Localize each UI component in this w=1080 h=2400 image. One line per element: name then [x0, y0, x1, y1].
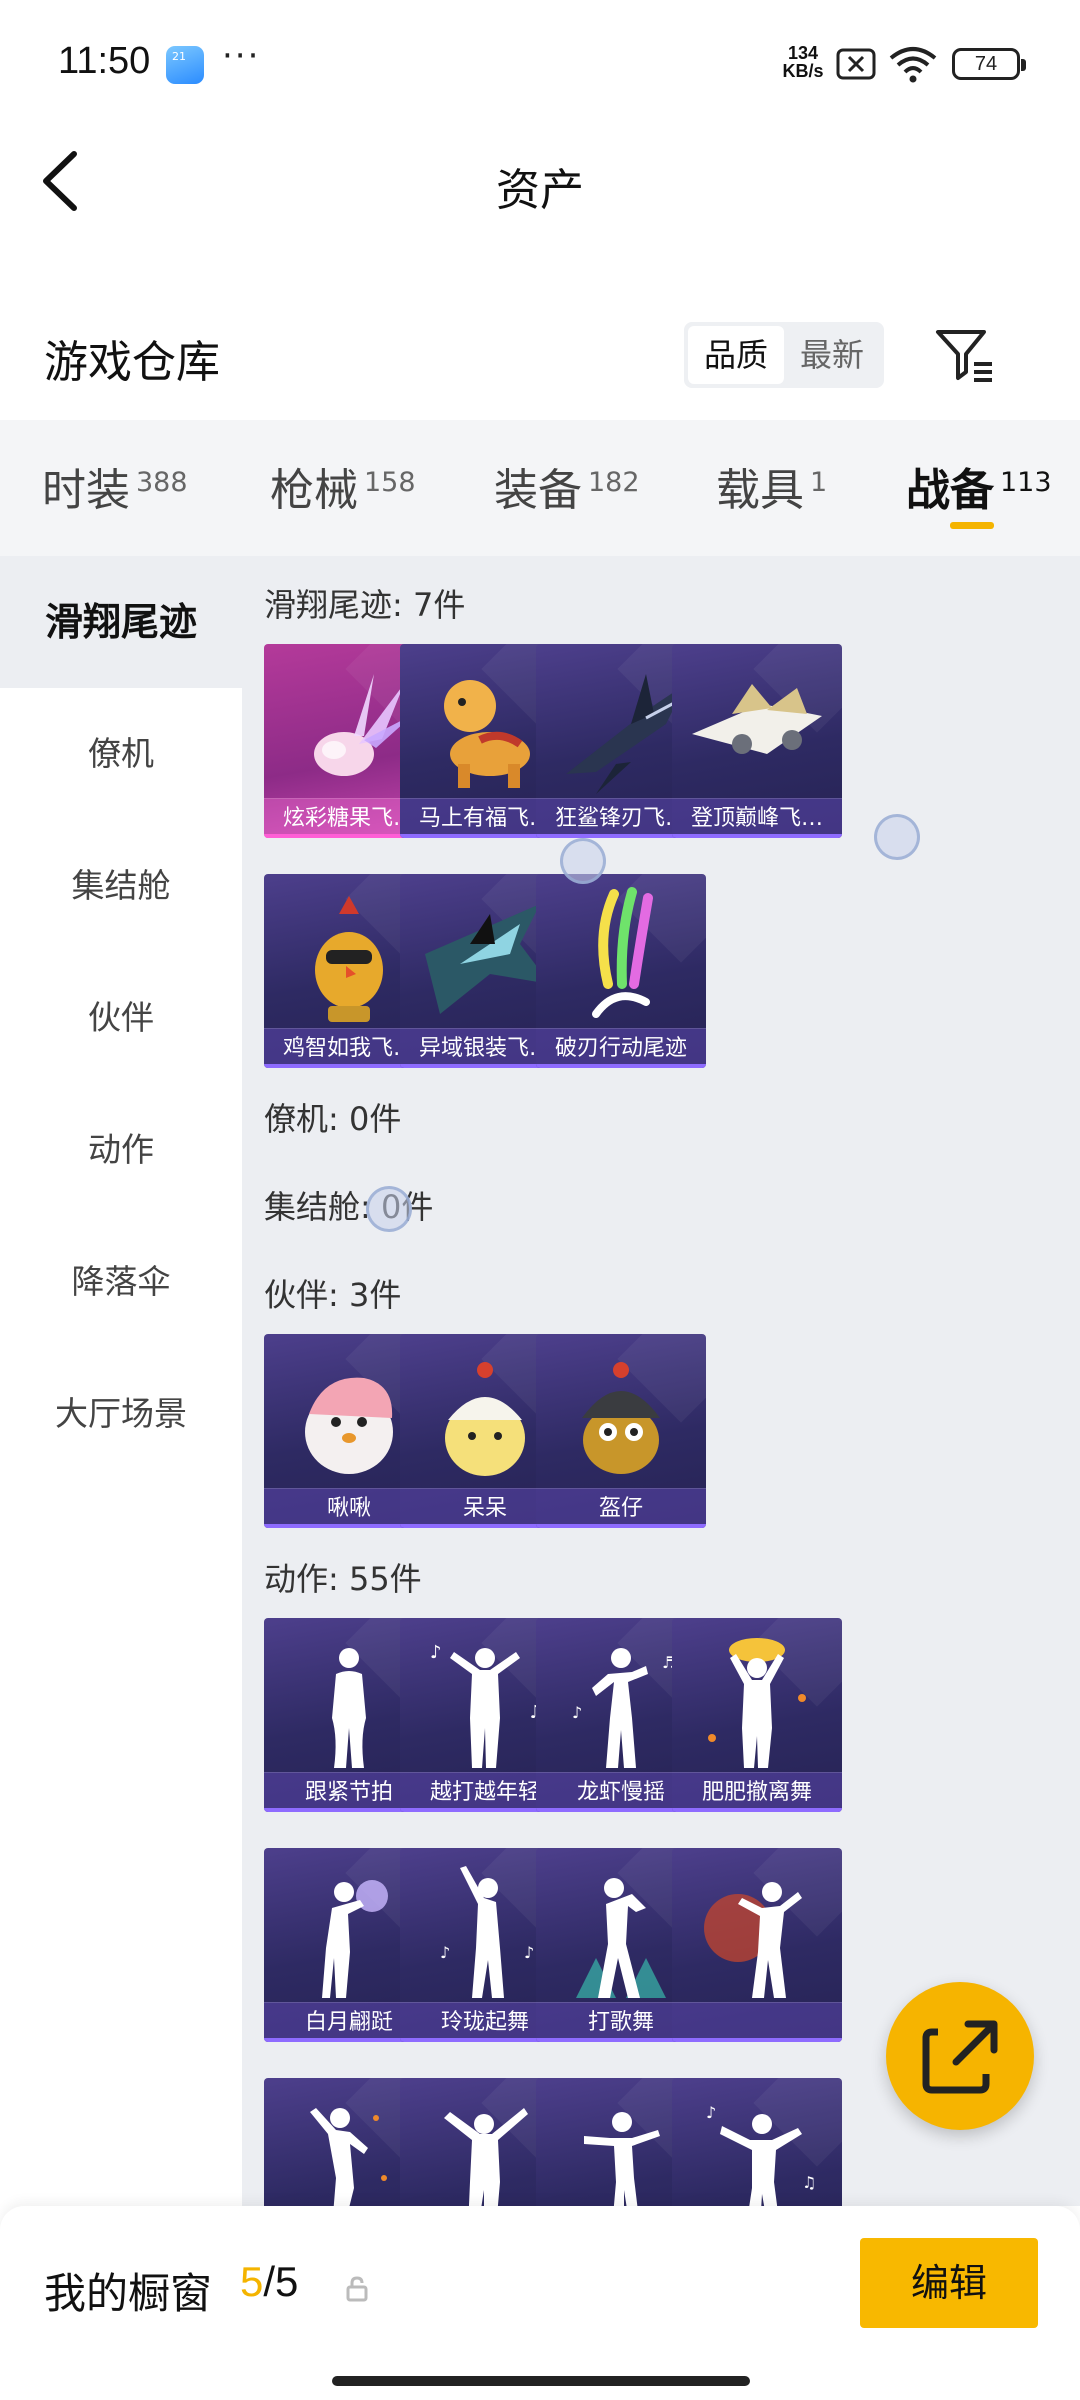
section-label-glide-trail: 滑翔尾迹: 7件 [264, 586, 466, 624]
item-card[interactable]: ♪ ♫ [672, 2078, 842, 2206]
item-name [672, 2002, 842, 2042]
sidebar-item-emote[interactable]: 动作 [0, 1084, 242, 1216]
dance-figure-art: ♪ ♫ [706, 2103, 816, 2206]
rarity-bar [672, 834, 842, 838]
category-tabs: 时装 388 枪械 158 装备 182 载具 1 战备 113 [0, 420, 1080, 556]
helmet-bird-art [582, 1362, 660, 1474]
tab-fashion[interactable]: 时装 388 [42, 454, 188, 518]
touch-indicator [560, 838, 606, 884]
sidebar: 滑翔尾迹 僚机 集结舱 伙伴 动作 降落伞 大厅场景 [0, 556, 242, 2206]
svg-text:♪: ♪ [572, 1703, 582, 1722]
sidebar-item-wingman[interactable]: 僚机 [0, 688, 242, 820]
calendar-app-icon-text: 21 [172, 50, 186, 63]
sidebar-item-companion[interactable]: 伙伴 [0, 952, 242, 1084]
showcase-label: 我的橱窗 [44, 2269, 213, 2318]
item-card[interactable] [672, 1848, 842, 2042]
item-card[interactable]: 登顶巅峰飞… [672, 644, 842, 838]
item-card[interactable]: 盔仔 [536, 1334, 706, 1528]
showcase-separator: / [263, 2258, 276, 2305]
section-label-wingman: 僚机: 0件 [264, 1100, 402, 1138]
tab-combat-gear[interactable]: 战备 113 [906, 454, 1052, 518]
tab-label: 时装 [42, 465, 130, 516]
status-bar: 11:50 21 ··· 134 KB/s 74 [0, 0, 1080, 128]
sidebar-item-assembly-pod[interactable]: 集结舱 [0, 820, 242, 952]
warehouse-title: 游戏仓库 [44, 337, 220, 388]
item-card[interactable]: 肥肥撤离舞 [672, 1618, 842, 1812]
showcase-current: 5 [240, 2258, 264, 2305]
touch-indicator [874, 814, 920, 860]
tab-label: 战备 [906, 465, 994, 516]
sidebar-item-lobby-scene[interactable]: 大厅场景 [0, 1348, 242, 1480]
filter-icon[interactable] [932, 322, 996, 386]
dance-figure-art [708, 1638, 806, 1768]
tab-label: 载具 [716, 465, 804, 516]
share-icon [922, 2020, 998, 2094]
smoke-trail-art [592, 887, 653, 1018]
tab-label: 枪械 [270, 465, 358, 516]
battery-icon: 74 [952, 48, 1026, 80]
sort-option-newest[interactable]: 最新 [784, 326, 880, 384]
sidebar-item-parachute[interactable]: 降落伞 [0, 1216, 242, 1348]
tab-count: 158 [364, 467, 416, 498]
svg-text:♫: ♫ [802, 2173, 816, 2192]
lock-icon [346, 2276, 368, 2302]
share-button[interactable] [886, 1982, 1034, 2130]
network-speed: 134 KB/s [776, 44, 830, 80]
sidebar-item-glide-trail[interactable]: 滑翔尾迹 [0, 556, 242, 688]
item-name: 破刃行动尾迹 [536, 1028, 706, 1068]
sort-option-quality[interactable]: 品质 [688, 326, 784, 384]
rarity-bar [536, 1524, 706, 1528]
tab-count: 113 [1000, 467, 1052, 498]
tab-vehicles[interactable]: 载具 1 [716, 454, 827, 518]
network-speed-value: 134 [787, 43, 819, 63]
dance-figure-art [704, 1882, 802, 1998]
showcase-bar: 我的橱窗 5/5 编辑 [0, 2206, 1080, 2400]
showcase-total: 5 [275, 2258, 299, 2305]
svg-text:♪: ♪ [706, 2103, 716, 2122]
home-indicator[interactable] [332, 2376, 750, 2386]
svg-text:♪: ♪ [524, 1943, 534, 1962]
item-card[interactable]: 破刃行动尾迹 [536, 874, 706, 1068]
tab-guns[interactable]: 枪械 158 [270, 454, 416, 518]
wifi-icon [889, 47, 937, 83]
active-tab-indicator [950, 522, 994, 529]
status-more-indicator: ··· [222, 36, 261, 76]
rarity-bar [536, 1064, 706, 1068]
rarity-bar [672, 1808, 842, 1812]
network-speed-unit: KB/s [782, 61, 824, 81]
item-name: 登顶巅峰飞… [672, 798, 842, 838]
section-label-emote: 动作: 55件 [264, 1560, 422, 1598]
page-title: 资产 [496, 165, 584, 216]
svg-text:♪: ♪ [440, 1943, 450, 1962]
summit-glider-art [692, 684, 822, 754]
calendar-app-icon: 21 [166, 46, 204, 84]
tab-count: 182 [588, 467, 640, 498]
tab-count: 388 [136, 467, 188, 498]
section-label-companion: 伙伴: 3件 [264, 1276, 402, 1314]
status-time: 11:50 [58, 40, 151, 82]
item-grid: 滑翔尾迹: 7件 炫彩糖果飞… 马上有福飞… 狂鲨锋刃飞… 登顶巅峰飞… 鸡智如… [242, 556, 1080, 2206]
tab-count: 1 [810, 467, 828, 498]
item-name: 肥肥撤离舞 [672, 1772, 842, 1812]
sim-icon [836, 48, 876, 80]
nav-bar: 资产 [0, 128, 1080, 238]
edit-button[interactable]: 编辑 [860, 2238, 1038, 2328]
rarity-bar [672, 2038, 842, 2042]
showcase-count: 5/5 [240, 2258, 298, 2306]
item-name: 盔仔 [536, 1488, 706, 1528]
tab-label: 装备 [494, 465, 582, 516]
tab-equipment[interactable]: 装备 182 [494, 454, 640, 518]
sort-toggle: 品质 最新 [684, 322, 884, 388]
touch-indicator [366, 1186, 412, 1232]
svg-text:♪: ♪ [430, 1642, 442, 1663]
